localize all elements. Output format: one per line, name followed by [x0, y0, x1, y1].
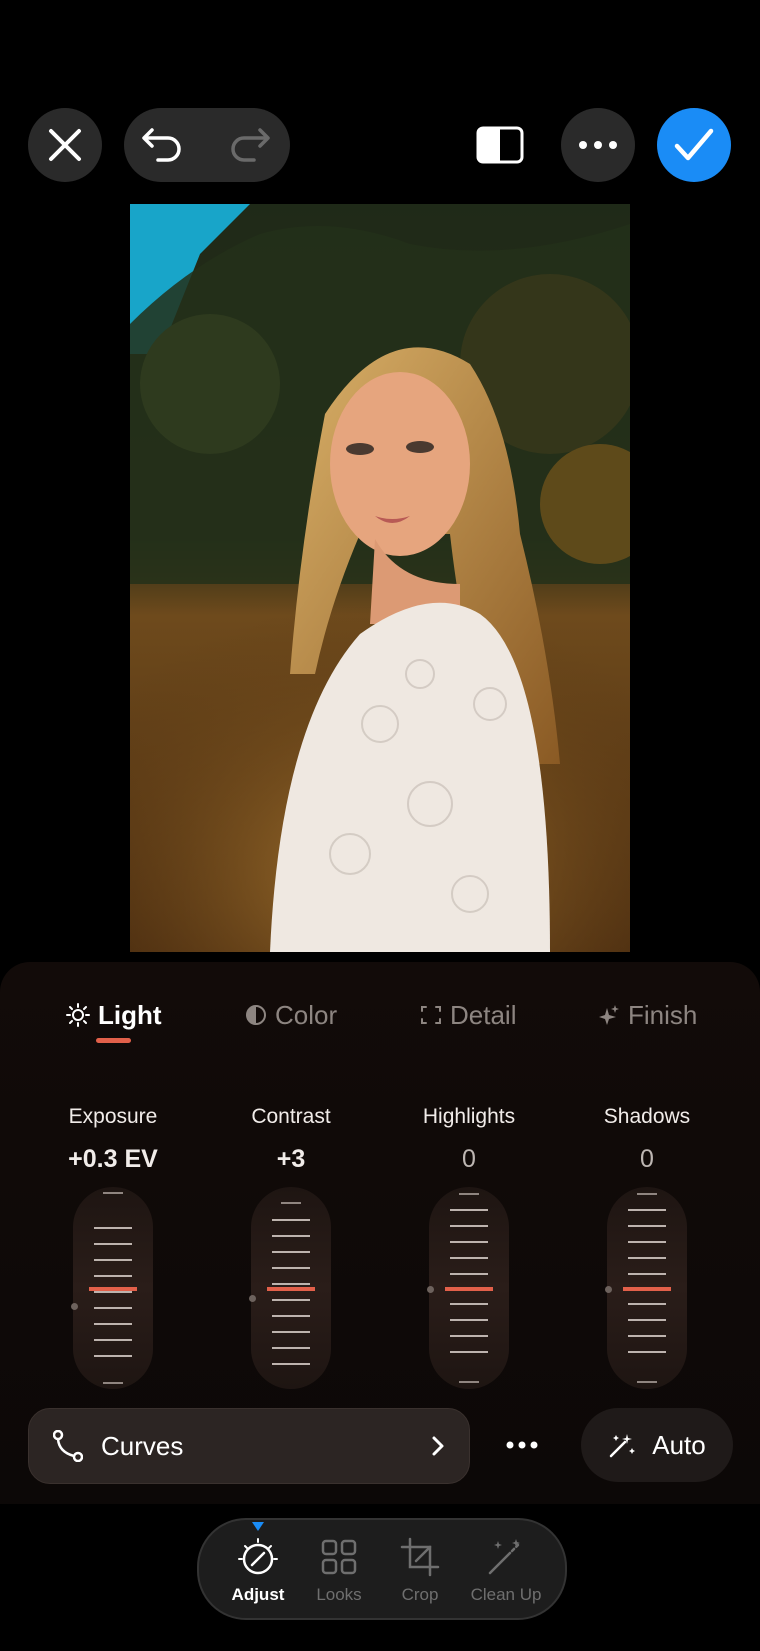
nav-adjust[interactable]: Adjust — [218, 1536, 298, 1605]
exposure-control: Exposure +0.3 EV — [28, 1105, 198, 1174]
more-options-button[interactable] — [561, 108, 635, 182]
tab-light[interactable]: Light — [66, 998, 162, 1032]
tab-color[interactable]: Color — [245, 998, 337, 1032]
sun-icon — [66, 1003, 90, 1027]
shadows-slider[interactable] — [605, 1187, 687, 1389]
shadows-value: 0 — [640, 1145, 654, 1173]
compare-icon — [476, 126, 524, 164]
nav-clean-up[interactable]: Clean Up — [461, 1536, 551, 1605]
curve-icon — [53, 1430, 83, 1462]
close-icon — [49, 129, 81, 161]
contrast-control: Contrast +3 — [206, 1105, 376, 1174]
curves-more-button[interactable] — [506, 1430, 546, 1460]
curves-button[interactable]: Curves — [28, 1408, 470, 1484]
contrast-slider-handle[interactable] — [267, 1287, 315, 1291]
portrait-photo — [130, 204, 630, 952]
nav-adjust-label: Adjust — [231, 1585, 285, 1604]
more-icon — [579, 141, 617, 149]
compare-button[interactable] — [476, 124, 526, 166]
curves-label: Curves — [101, 1430, 184, 1461]
highlights-value: 0 — [462, 1145, 476, 1173]
shadows-slider-handle[interactable] — [623, 1287, 671, 1291]
contrast-label: Contrast — [251, 1105, 331, 1128]
contrast-slider[interactable] — [249, 1187, 331, 1389]
redo-button[interactable] — [224, 120, 274, 170]
exposure-slider[interactable] — [71, 1187, 153, 1389]
active-indicator-icon — [252, 1522, 264, 1531]
highlights-label: Highlights — [422, 1105, 516, 1128]
undo-button[interactable] — [138, 120, 188, 170]
done-button[interactable] — [657, 108, 731, 182]
nav-clean-up-label: Clean Up — [470, 1585, 542, 1604]
tab-color-label: Color — [275, 999, 338, 1030]
exposure-slider-handle[interactable] — [89, 1287, 137, 1291]
nav-crop-label: Crop — [401, 1585, 439, 1604]
tab-finish-label: Finish — [628, 999, 698, 1030]
grid-icon — [321, 1539, 357, 1575]
crop-icon — [400, 1537, 440, 1577]
checkmark-icon — [674, 128, 714, 161]
exposure-label: Exposure — [68, 1105, 158, 1128]
focus-frame-icon — [421, 1006, 441, 1024]
tab-active-indicator — [96, 1038, 131, 1043]
close-button[interactable] — [28, 108, 102, 182]
highlights-slider-handle[interactable] — [445, 1287, 493, 1291]
wand-icon — [488, 1539, 520, 1575]
chevron-right-icon — [432, 1436, 444, 1456]
tab-detail[interactable]: Detail — [420, 998, 516, 1032]
highlights-control: Highlights 0 — [384, 1105, 554, 1174]
auto-button[interactable]: Auto — [581, 1408, 733, 1482]
sparkle-icon — [599, 1005, 619, 1025]
redo-icon — [231, 128, 270, 162]
half-circle-icon — [246, 1005, 266, 1025]
shadows-label: Shadows — [603, 1105, 691, 1128]
bottom-nav: Adjust Looks Crop Clean Up — [197, 1518, 567, 1620]
shadows-control: Shadows 0 — [562, 1105, 732, 1174]
tab-detail-label: Detail — [450, 999, 517, 1030]
contrast-value: +3 — [276, 1145, 306, 1173]
undo-icon — [142, 128, 181, 162]
nav-looks[interactable]: Looks — [299, 1536, 379, 1605]
photo-canvas[interactable] — [130, 204, 630, 952]
nav-crop[interactable]: Crop — [380, 1536, 460, 1605]
tab-finish[interactable]: Finish — [598, 998, 697, 1032]
tab-light-label: Light — [98, 999, 162, 1030]
more-icon — [506, 1441, 538, 1449]
exposure-value: +0.3 EV — [68, 1145, 158, 1173]
undo-redo-group — [124, 108, 290, 182]
magic-wand-icon — [610, 1434, 636, 1458]
nav-looks-label: Looks — [316, 1585, 362, 1604]
highlights-slider[interactable] — [427, 1187, 509, 1389]
auto-label: Auto — [652, 1429, 706, 1460]
adjust-dial-icon — [238, 1538, 278, 1575]
